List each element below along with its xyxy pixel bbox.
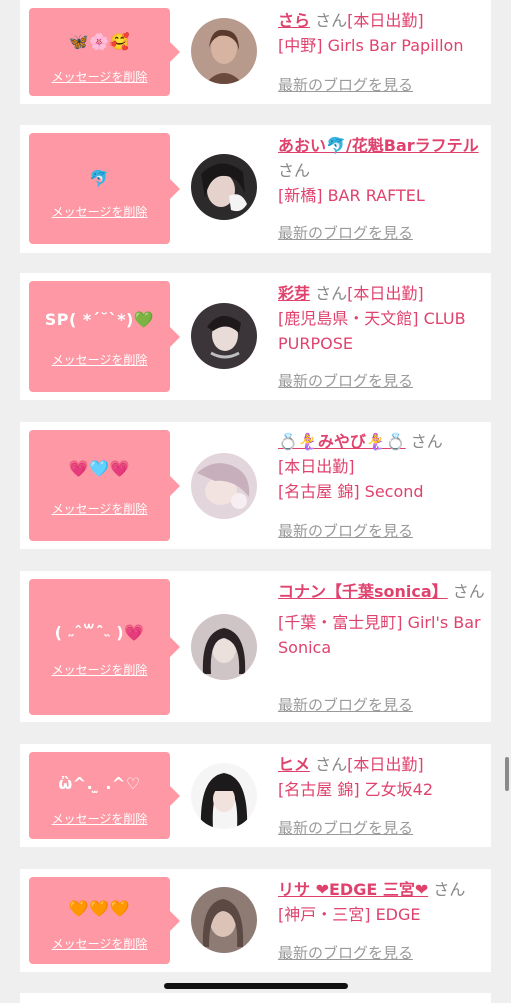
shop-name: [名古屋 錦] Second	[278, 482, 424, 501]
shop-name: [千葉・富士見町] Girl's Bar Sonica	[278, 613, 481, 657]
avatar[interactable]	[191, 154, 257, 220]
honorific: さん	[278, 161, 311, 180]
latest-blog-link[interactable]: 最新のブログを見る	[278, 942, 413, 963]
honorific: さん	[452, 582, 485, 601]
message-card: SP( *´˘`*)💚 メッセージを削除 彩芽 さん[本日出勤] [鹿児島県・天…	[20, 273, 491, 400]
message-bubble: ( ˶ˆ꒳ˆ˵ )💗 メッセージを削除	[29, 579, 180, 715]
honorific: さん	[315, 11, 348, 30]
message-card	[20, 993, 491, 1003]
avatar[interactable]	[191, 887, 257, 953]
honorific: さん	[315, 755, 348, 774]
attendance-status: [本日出勤]	[347, 11, 424, 30]
avatar[interactable]	[191, 453, 257, 519]
avatar[interactable]	[191, 763, 257, 829]
cast-name-link[interactable]: 💍🧜‍♀️みやび🧜‍♀️💍	[278, 432, 406, 451]
message-info: 💍🧜‍♀️みやび🧜‍♀️💍 さん [本日出勤] [名古屋 錦] Second	[278, 429, 488, 504]
honorific: さん	[433, 880, 466, 899]
message-stamp: 🧡🧡🧡	[68, 899, 131, 918]
delete-message-link[interactable]: メッセージを削除	[29, 661, 170, 678]
shop-name: [名古屋 錦] 乙女坂42	[278, 780, 434, 799]
latest-blog-link[interactable]: 最新のブログを見る	[278, 222, 413, 243]
message-stamp: 🐬	[89, 169, 110, 188]
message-stamp: 💗🩵💗	[68, 459, 131, 478]
shop-name: [中野] Girls Bar Papillon	[278, 36, 464, 55]
honorific: さん	[315, 284, 348, 303]
cast-name-link[interactable]: さら	[278, 11, 310, 30]
scrollbar[interactable]	[505, 757, 509, 791]
delete-message-link[interactable]: メッセージを削除	[29, 68, 170, 85]
message-card: 💗🩵💗 メッセージを削除 💍🧜‍♀️みやび🧜‍♀️💍 さん [本日出勤] [名古…	[20, 422, 491, 549]
message-bubble: 🐬 メッセージを削除	[29, 133, 180, 244]
message-stamp: ὢ^. ̫ .^♡	[58, 774, 141, 793]
avatar[interactable]	[191, 18, 257, 84]
attendance-status: [本日出勤]	[347, 755, 424, 774]
shop-name: [新橋] BAR RAFTEL	[278, 186, 425, 205]
latest-blog-link[interactable]: 最新のブログを見る	[278, 817, 413, 838]
message-bubble: 💗🩵💗 メッセージを削除	[29, 430, 180, 541]
message-bubble: 🦋🌸🥰 メッセージを削除	[29, 8, 180, 96]
message-stamp: 🦋🌸🥰	[68, 32, 131, 51]
shop-name: [鹿児島県・天文館] CLUB PURPOSE	[278, 309, 466, 353]
message-bubble: SP( *´˘`*)💚 メッセージを削除	[29, 281, 180, 392]
message-bubble: 🧡🧡🧡 メッセージを削除	[29, 877, 180, 964]
message-card: 🧡🧡🧡 メッセージを削除 リサ ❤EDGE 三宮❤ さん [神戸・三宮] EDG…	[20, 869, 491, 972]
message-stamp: ( ˶ˆ꒳ˆ˵ )💗	[54, 623, 145, 642]
delete-message-link[interactable]: メッセージを削除	[29, 500, 170, 517]
message-card: ὢ^. ̫ .^♡ メッセージを削除 ヒメ さん[本日出勤] [名古屋 錦] 乙…	[20, 744, 491, 847]
message-info: あおい🐬/花魁Barラフテル さん [新橋] BAR RAFTEL	[278, 133, 488, 208]
home-indicator	[164, 983, 348, 989]
cast-name-link[interactable]: リサ ❤EDGE 三宮❤	[278, 880, 428, 899]
delete-message-link[interactable]: メッセージを削除	[29, 351, 170, 368]
latest-blog-link[interactable]: 最新のブログを見る	[278, 370, 413, 391]
message-info: さら さん[本日出勤] [中野] Girls Bar Papillon	[278, 8, 488, 58]
avatar[interactable]	[191, 614, 257, 680]
message-bubble: ὢ^. ̫ .^♡ メッセージを削除	[29, 752, 180, 839]
cast-name-link[interactable]: コナン【千葉sonica】	[278, 582, 448, 601]
message-stamp: SP( *´˘`*)💚	[44, 310, 155, 329]
message-info: リサ ❤EDGE 三宮❤ さん [神戸・三宮] EDGE	[278, 877, 488, 927]
message-info: コナン【千葉sonica】 さん [千葉・富士見町] Girl's Bar So…	[278, 579, 488, 660]
delete-message-link[interactable]: メッセージを削除	[29, 935, 170, 952]
message-card: 🦋🌸🥰 メッセージを削除 さら さん[本日出勤] [中野] Girls Bar …	[20, 0, 491, 104]
latest-blog-link[interactable]: 最新のブログを見る	[278, 520, 413, 541]
attendance-status: [本日出勤]	[347, 284, 424, 303]
cast-name-link[interactable]: 彩芽	[278, 284, 310, 303]
delete-message-link[interactable]: メッセージを削除	[29, 810, 170, 827]
message-info: ヒメ さん[本日出勤] [名古屋 錦] 乙女坂42	[278, 752, 488, 802]
message-card: 🐬 メッセージを削除 あおい🐬/花魁Barラフテル さん [新橋] BAR RA…	[20, 125, 491, 253]
message-card: ( ˶ˆ꒳ˆ˵ )💗 メッセージを削除 コナン【千葉sonica】 さん [千葉…	[20, 571, 491, 722]
honorific: さん	[410, 432, 443, 451]
message-info: 彩芽 さん[本日出勤] [鹿児島県・天文館] CLUB PURPOSE	[278, 281, 488, 356]
latest-blog-link[interactable]: 最新のブログを見る	[278, 694, 413, 715]
avatar[interactable]	[191, 303, 257, 369]
shop-name: [神戸・三宮] EDGE	[278, 905, 421, 924]
attendance-status: [本日出勤]	[278, 457, 355, 476]
delete-message-link[interactable]: メッセージを削除	[29, 203, 170, 220]
cast-name-link[interactable]: ヒメ	[278, 755, 310, 774]
cast-name-link[interactable]: あおい🐬/花魁Barラフテル	[278, 136, 479, 155]
latest-blog-link[interactable]: 最新のブログを見る	[278, 74, 413, 95]
